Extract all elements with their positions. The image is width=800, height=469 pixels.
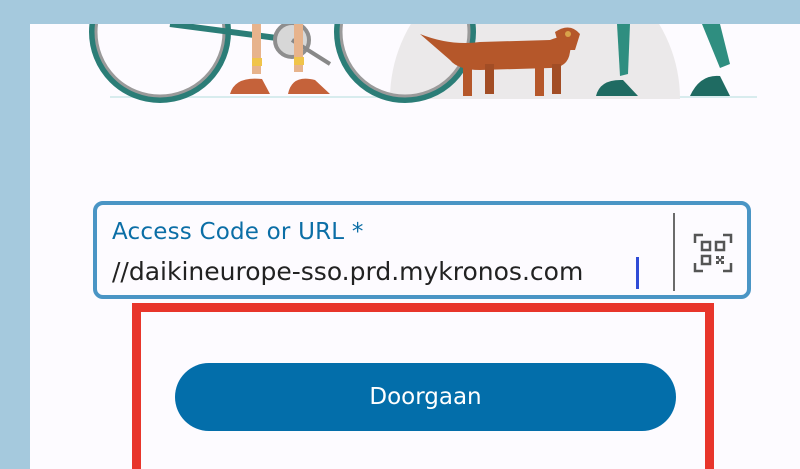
access-code-label: Access Code or URL * <box>112 219 364 245</box>
field-divider <box>673 213 675 291</box>
access-code-input[interactable] <box>112 257 637 286</box>
access-code-field[interactable]: Access Code or URL * <box>93 201 751 299</box>
continue-button[interactable]: Doorgaan <box>175 363 676 431</box>
qr-code-scan-icon <box>693 233 733 273</box>
login-panel: Access Code or URL * //daikineurope-sso.… <box>30 24 800 469</box>
text-cursor <box>636 257 639 289</box>
qr-scan-button[interactable] <box>687 229 739 277</box>
header-illustration <box>89 24 757 103</box>
